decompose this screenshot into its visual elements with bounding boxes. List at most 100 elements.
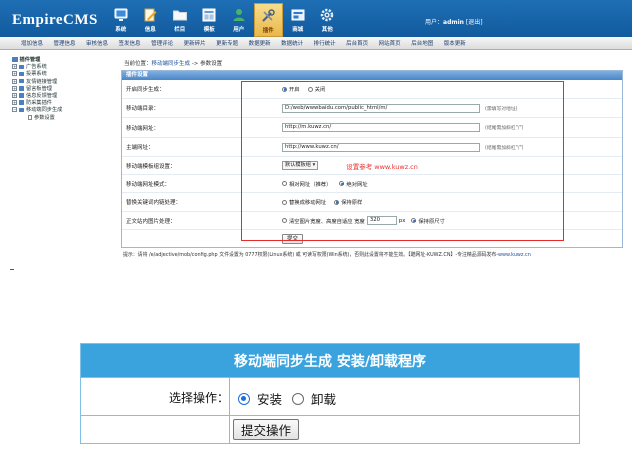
footnote-link[interactable]: www.kuwz.cn bbox=[498, 252, 531, 258]
expand-icon[interactable]: + bbox=[12, 64, 17, 70]
column-divider bbox=[229, 416, 230, 444]
install-option-label: 选择操作： bbox=[168, 391, 229, 405]
menu-version-update[interactable]: 版本更新 bbox=[444, 39, 466, 47]
install-submit-row: 提交操作 bbox=[81, 415, 579, 444]
nav-info[interactable]: 信息 bbox=[136, 3, 166, 37]
folder-icon bbox=[18, 71, 24, 77]
nav-label: 系统 bbox=[115, 27, 127, 33]
tree-item[interactable]: + 投票系统 bbox=[12, 70, 112, 77]
menu-admin-home[interactable]: 后台首页 bbox=[346, 39, 368, 47]
nav-shop[interactable]: 商城 bbox=[283, 3, 313, 37]
template-label: 移动端模板组设置： bbox=[126, 163, 176, 170]
nav-column[interactable]: 栏目 bbox=[165, 3, 195, 37]
menu-data-stats[interactable]: 数据统计 bbox=[281, 39, 303, 47]
expand-icon[interactable]: + bbox=[12, 71, 17, 77]
breadcrumb-prefix: 当前位置： bbox=[124, 61, 152, 67]
breadcrumb: 当前位置：移动端同步生成 -> 参数设置 bbox=[124, 59, 222, 67]
nav-template[interactable]: 模板 bbox=[195, 3, 225, 37]
column-divider bbox=[229, 378, 230, 415]
uninstall-radio-label: 卸载 bbox=[311, 392, 337, 407]
menu-site-home[interactable]: 网站首页 bbox=[379, 39, 401, 47]
menu-admin-map[interactable]: 后台地图 bbox=[411, 39, 433, 47]
install-option-row: 选择操作： 安装 卸载 bbox=[81, 377, 579, 415]
tree-item[interactable]: + 广告系统 bbox=[12, 63, 112, 70]
install-title: 移动端同步生成 安装/卸载程序 bbox=[81, 344, 579, 377]
main-url-label: 主端网址： bbox=[126, 145, 154, 151]
menu-data-update[interactable]: 数据更新 bbox=[249, 39, 271, 47]
nav-label: 栏目 bbox=[174, 27, 186, 33]
nav-label: 信息 bbox=[144, 27, 156, 33]
tree-item[interactable]: + 友情链接管理 bbox=[12, 78, 112, 85]
shop-icon bbox=[289, 6, 306, 23]
folder-icon bbox=[18, 100, 24, 105]
logo: EmpireCMS bbox=[12, 12, 98, 28]
breadcrumb-current: 参数设置 bbox=[200, 61, 223, 67]
edit-icon bbox=[142, 6, 159, 23]
menu-add-info[interactable]: 增加信息 bbox=[21, 39, 43, 47]
image-handling-label: 正文站内图片处理： bbox=[126, 218, 176, 225]
install-option-control: 安装 卸载 bbox=[238, 389, 336, 408]
tree-item[interactable]: + 信息反馈管理 bbox=[12, 92, 112, 99]
tree-item-label: 留言板管理 bbox=[26, 85, 52, 92]
tree-item[interactable]: + 防采集插件 bbox=[12, 99, 112, 106]
nav-system[interactable]: 系统 bbox=[106, 3, 136, 37]
menu-manage-info[interactable]: 管理信息 bbox=[54, 39, 76, 47]
tree-sub-item[interactable]: 参数设置 bbox=[12, 114, 112, 121]
menu-update-fragments[interactable]: 更新碎片 bbox=[184, 39, 206, 47]
nav-plugin[interactable]: 插件 bbox=[253, 3, 283, 37]
folder-icon bbox=[18, 86, 24, 91]
folder-icon bbox=[12, 57, 18, 62]
document-icon bbox=[28, 114, 32, 120]
nav-label: 插件 bbox=[262, 28, 274, 34]
folder-icon bbox=[18, 107, 24, 113]
breadcrumb-link[interactable]: 移动端同步生成 bbox=[152, 61, 191, 67]
collapse-icon[interactable]: − bbox=[12, 107, 17, 113]
expand-icon[interactable]: + bbox=[12, 78, 17, 84]
breadcrumb-sep: -> bbox=[190, 61, 201, 67]
sync-label: 开启同步生成： bbox=[126, 87, 165, 93]
nav-other[interactable]: 其他 bbox=[313, 3, 343, 37]
divider bbox=[10, 269, 14, 270]
tree-root[interactable]: 插件管理 bbox=[12, 56, 112, 63]
nav-user[interactable]: 用户 bbox=[224, 3, 254, 37]
menu-update-topics[interactable]: 更新专题 bbox=[216, 39, 238, 47]
nav-label: 其他 bbox=[321, 27, 333, 33]
nav-label: 用户 bbox=[233, 27, 245, 33]
user-prefix: 用户： bbox=[425, 19, 444, 26]
tree-item[interactable]: + 留言板管理 bbox=[12, 85, 112, 92]
tree-item-label: 投票系统 bbox=[26, 71, 47, 78]
install-radio[interactable] bbox=[238, 392, 250, 405]
expand-icon[interactable]: + bbox=[12, 100, 17, 106]
footnote-text: 提示：请将 /e/adjective/mob/config.php 文件设置为 … bbox=[123, 252, 499, 258]
tools-icon bbox=[260, 7, 277, 24]
tree-item-label: 防采集插件 bbox=[26, 100, 52, 107]
user-name: admin bbox=[443, 19, 464, 26]
computer-icon bbox=[112, 6, 129, 23]
menu-sign-info[interactable]: 签发信息 bbox=[119, 39, 141, 47]
mobile-dir-label: 移动端目录： bbox=[126, 106, 160, 112]
tree-root-label: 插件管理 bbox=[19, 57, 41, 64]
template-icon bbox=[201, 6, 218, 23]
install-radio-label: 安装 bbox=[257, 392, 283, 407]
uninstall-radio[interactable] bbox=[292, 392, 305, 405]
gear-icon bbox=[319, 6, 336, 23]
expand-icon[interactable]: + bbox=[12, 93, 17, 99]
url-mode-label: 移动端网址模式： bbox=[126, 181, 171, 188]
user-info: 用户：admin [退出] bbox=[425, 17, 483, 26]
logout-link[interactable]: [退出] bbox=[466, 19, 483, 26]
highlight-box bbox=[241, 81, 564, 241]
nav-label: 商城 bbox=[292, 27, 304, 33]
tree-item[interactable]: − 移动端同步生成 bbox=[12, 106, 112, 113]
folder-icon bbox=[18, 64, 24, 70]
nav-label: 模板 bbox=[203, 27, 215, 33]
menu-manage-comments[interactable]: 管理评论 bbox=[151, 39, 173, 47]
submit-operation-button[interactable]: 提交操作 bbox=[233, 419, 300, 440]
folder-icon bbox=[18, 78, 24, 84]
user-icon bbox=[230, 6, 247, 23]
tree-sub-item-label: 参数设置 bbox=[34, 114, 55, 121]
tree-item-label: 信息反馈管理 bbox=[26, 93, 58, 100]
expand-icon[interactable]: + bbox=[12, 85, 17, 91]
menu-review-info[interactable]: 审核信息 bbox=[86, 39, 108, 47]
menu-rank-stats[interactable]: 排行统计 bbox=[314, 39, 336, 47]
tree-item-label: 移动端同步生成 bbox=[26, 107, 63, 114]
